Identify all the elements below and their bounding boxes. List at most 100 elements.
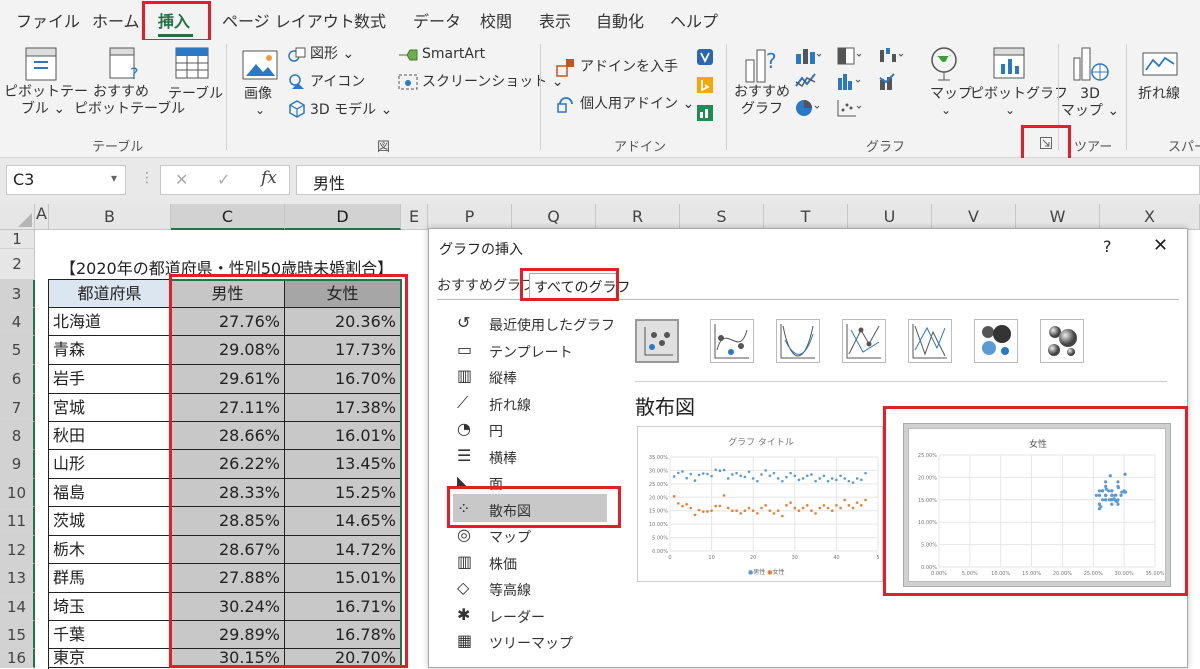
column-header-u[interactable]: U bbox=[848, 204, 932, 230]
column-header-r[interactable]: R bbox=[596, 204, 680, 230]
3d-map-button[interactable]: 3D マップ ⌄ bbox=[1060, 86, 1120, 120]
row-header-8[interactable]: 8 bbox=[0, 422, 35, 450]
menu-file[interactable]: ファイル bbox=[16, 8, 80, 32]
recommended-pivot-button[interactable]: おすすめ ピボットテーブル bbox=[74, 84, 185, 118]
pivot-chart-button[interactable]: ピボットグラフ bbox=[970, 86, 1068, 103]
column-header-d[interactable]: D bbox=[285, 204, 401, 230]
map-chart-dropdown-arrow[interactable]: ⌄ bbox=[941, 102, 951, 119]
chart-type-item[interactable]: 横棒 bbox=[489, 448, 517, 468]
image-button[interactable]: 画像 bbox=[244, 86, 272, 103]
cell-prefecture[interactable]: 秋田 bbox=[49, 422, 171, 450]
subtype-scatter-smooth[interactable] bbox=[776, 319, 820, 363]
subtype-scatter[interactable] bbox=[635, 319, 679, 363]
image-dropdown-arrow[interactable]: ⌄ bbox=[255, 102, 265, 119]
chart-type-item[interactable]: 円 bbox=[489, 421, 503, 441]
subtype-bubble[interactable] bbox=[974, 319, 1018, 363]
subtype-scatter-smooth-markers[interactable] bbox=[710, 319, 754, 363]
map-chart-button[interactable]: マップ bbox=[930, 86, 972, 103]
cell-prefecture[interactable]: 福島 bbox=[49, 479, 171, 507]
pivot-chart-dropdown-arrow[interactable]: ⌄ bbox=[1005, 102, 1015, 119]
cell-prefecture[interactable]: 栃木 bbox=[49, 536, 171, 564]
scatter-chart-icon[interactable] bbox=[836, 98, 864, 118]
cell-prefecture[interactable]: 茨城 bbox=[49, 507, 171, 536]
waterfall-chart-icon[interactable] bbox=[878, 46, 906, 66]
bing-map-icon[interactable] bbox=[696, 76, 714, 94]
chart-type-item[interactable]: レーダー bbox=[489, 607, 545, 627]
sparkline-line-button[interactable]: 折れ線 bbox=[1138, 86, 1180, 103]
select-all-corner[interactable] bbox=[0, 204, 35, 230]
cell-prefecture[interactable]: 千葉 bbox=[49, 621, 171, 649]
row-header-1[interactable]: 1 bbox=[0, 230, 35, 249]
sparkline-line-icon[interactable] bbox=[1142, 52, 1178, 76]
column-header-e[interactable]: E bbox=[401, 204, 428, 230]
column-header-w[interactable]: W bbox=[1016, 204, 1100, 230]
chart-type-item[interactable]: 最近使用したグラフ bbox=[489, 315, 615, 335]
visio-addin-icon[interactable] bbox=[696, 48, 714, 66]
my-addins-button[interactable]: 個人用アドイン ⌄ bbox=[580, 96, 694, 113]
row-header-15[interactable]: 15 bbox=[0, 621, 35, 649]
column-header-a[interactable]: A bbox=[35, 204, 49, 230]
enter-icon[interactable]: ✓ bbox=[217, 170, 230, 189]
row-header-6[interactable]: 6 bbox=[0, 365, 35, 394]
pie-chart-icon[interactable] bbox=[794, 98, 822, 118]
name-box-dropdown-icon[interactable]: ▾ bbox=[111, 171, 117, 185]
row-header-14[interactable]: 14 bbox=[0, 593, 35, 621]
chart-type-item[interactable]: 縦棒 bbox=[489, 368, 517, 388]
cell-prefecture[interactable]: 岩手 bbox=[49, 365, 171, 394]
cell-prefecture[interactable]: 東京 bbox=[49, 649, 171, 668]
menu-view[interactable]: 表示 bbox=[539, 8, 571, 32]
column-header-s[interactable]: S bbox=[680, 204, 764, 230]
column-header-x[interactable]: X bbox=[1100, 204, 1200, 230]
menu-home[interactable]: ホーム bbox=[92, 8, 140, 32]
column-header-t[interactable]: T bbox=[764, 204, 848, 230]
insert-function-icon[interactable]: fx bbox=[261, 168, 277, 188]
screenshot-button[interactable]: スクリーンショット ⌄ bbox=[422, 74, 563, 91]
row-header-4[interactable]: 4 bbox=[0, 308, 35, 336]
cell-prefecture[interactable]: 北海道 bbox=[49, 308, 171, 336]
map-chart-icon[interactable] bbox=[928, 46, 960, 82]
recommended-pivot-icon[interactable]: ? bbox=[108, 46, 142, 82]
row-header-13[interactable]: 13 bbox=[0, 564, 35, 593]
menu-review[interactable]: 校閲 bbox=[480, 8, 512, 32]
close-button[interactable]: ✕ bbox=[1153, 235, 1168, 256]
chart-type-item[interactable]: ツリーマップ bbox=[489, 633, 573, 653]
row-header-11[interactable]: 11 bbox=[0, 507, 35, 536]
image-icon[interactable] bbox=[242, 50, 278, 80]
table-icon[interactable] bbox=[174, 46, 210, 80]
row-header-9[interactable]: 9 bbox=[0, 450, 35, 479]
subtype-scatter-straight[interactable] bbox=[908, 319, 952, 363]
row-header-16[interactable]: 16 bbox=[0, 649, 35, 668]
menu-page-layout[interactable]: ページ レイアウト bbox=[222, 8, 355, 32]
row-header-5[interactable]: 5 bbox=[0, 336, 35, 365]
chart-type-item[interactable]: テンプレート bbox=[489, 342, 573, 362]
menu-automate[interactable]: 自動化 bbox=[596, 8, 644, 32]
subtype-3d-bubble[interactable] bbox=[1040, 319, 1084, 363]
3d-model-button[interactable]: 3D モデル ⌄ bbox=[310, 102, 392, 119]
chart-type-item[interactable]: 折れ線 bbox=[489, 395, 531, 415]
shapes-button[interactable]: 図形 ⌄ bbox=[310, 46, 354, 63]
row-header-7[interactable]: 7 bbox=[0, 394, 35, 422]
column-header-v[interactable]: V bbox=[932, 204, 1016, 230]
formula-input[interactable]: 男性 bbox=[296, 165, 1200, 195]
statistic-chart-icon[interactable] bbox=[836, 72, 864, 92]
subtype-scatter-straight-markers[interactable] bbox=[842, 319, 886, 363]
hierarchy-chart-icon[interactable] bbox=[836, 46, 864, 66]
line-chart-icon[interactable] bbox=[794, 72, 822, 92]
get-addins-button[interactable]: アドインを入手 bbox=[580, 59, 678, 76]
recommended-charts-icon[interactable]: ? bbox=[744, 46, 780, 84]
column-header-p[interactable]: P bbox=[428, 204, 512, 230]
menu-formulas[interactable]: 数式 bbox=[354, 8, 386, 32]
combo-chart-icon[interactable] bbox=[878, 72, 906, 92]
people-graph-icon[interactable] bbox=[696, 104, 714, 122]
cell-prefecture[interactable]: 青森 bbox=[49, 336, 171, 365]
row-header-2[interactable]: 2 bbox=[0, 249, 35, 280]
column-chart-icon[interactable] bbox=[794, 46, 822, 66]
icons-button[interactable]: アイコン bbox=[310, 74, 365, 91]
chart-type-item[interactable]: マップ bbox=[489, 527, 531, 547]
cell-prefecture[interactable]: 山形 bbox=[49, 450, 171, 479]
cell-prefecture[interactable]: 宮城 bbox=[49, 394, 171, 422]
pivot-chart-icon[interactable] bbox=[992, 46, 1026, 80]
help-button[interactable]: ? bbox=[1103, 237, 1112, 256]
cell-prefecture[interactable]: 群馬 bbox=[49, 564, 171, 593]
3d-map-icon[interactable] bbox=[1072, 46, 1110, 82]
